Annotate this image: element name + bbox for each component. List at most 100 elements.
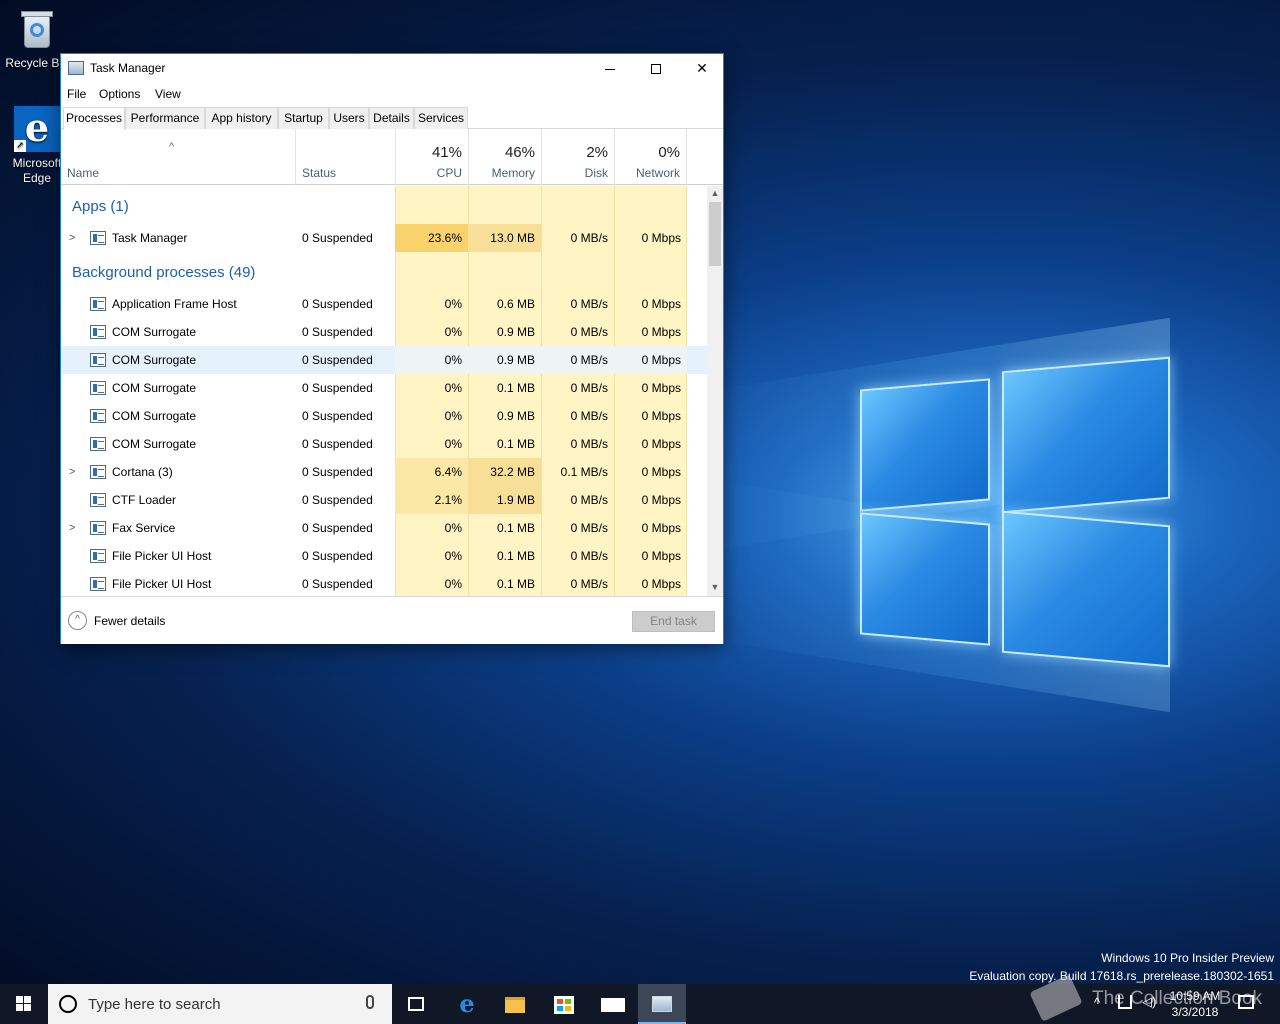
fewer-details-link[interactable]: Fewer details [94, 614, 165, 628]
minimize-icon [605, 68, 615, 70]
wallpaper-pane [860, 512, 990, 646]
process-network: 0 Mbps [641, 465, 681, 479]
process-status: 0 Suspended [302, 325, 373, 339]
tab-processes[interactable]: Processes [63, 107, 125, 130]
process-cpu: 0% [444, 297, 462, 311]
collapse-chevron-icon[interactable]: ^ [68, 611, 87, 630]
expand-chevron-icon[interactable]: > [69, 458, 75, 486]
footer: ^ Fewer details End task [61, 596, 723, 644]
mail-button[interactable] [589, 984, 637, 1024]
maximize-button[interactable] [633, 54, 679, 83]
table-row[interactable]: File Picker UI Host 0 Suspended 0% 0.1 MB 0 … [61, 542, 707, 570]
table-row[interactable]: COM Surrogate 0 Suspended 0% 0.9 MB 0 MB/s 0 … [61, 346, 707, 374]
process-network: 0 Mbps [641, 521, 681, 535]
tab-details[interactable]: Details [369, 107, 414, 129]
store-button[interactable] [540, 984, 588, 1024]
process-network: 0 Mbps [641, 549, 681, 563]
menu-view[interactable]: View [155, 87, 181, 101]
cortana-icon [59, 995, 77, 1013]
column-network[interactable]: 0% Network [614, 129, 687, 185]
process-network: 0 Mbps [641, 437, 681, 451]
process-cpu: 2.1% [395, 486, 468, 514]
process-memory: 0.9 MB [468, 346, 541, 374]
table-row[interactable]: > Task Manager 0 Suspended 23.6% 13.0 MB… [61, 224, 707, 252]
expand-chevron-icon[interactable]: > [69, 514, 75, 542]
process-icon [90, 325, 106, 339]
expand-chevron-icon[interactable]: > [69, 224, 75, 252]
process-network: 0 Mbps [641, 493, 681, 507]
column-disk[interactable]: 2% Disk [541, 129, 614, 185]
column-name-label: Name [67, 166, 100, 180]
table-row[interactable]: COM Surrogate 0 Suspended 0% 0.9 MB 0 MB/s 0 … [61, 402, 707, 430]
memory-total: 46% [504, 144, 535, 161]
column-name[interactable]: Name [61, 129, 295, 185]
column-memory[interactable]: 46% Memory [468, 129, 541, 185]
start-button[interactable] [0, 984, 48, 1024]
end-task-button[interactable]: End task [632, 611, 715, 632]
task-view-icon [408, 997, 424, 1011]
scroll-thumb[interactable] [709, 202, 721, 266]
vertical-scrollbar[interactable]: ▲ ▼ [707, 186, 723, 596]
edge-taskbar-button[interactable]: e [443, 984, 491, 1024]
table-row[interactable]: COM Surrogate 0 Suspended 0% 0.9 MB 0 MB/s 0 … [61, 318, 707, 346]
windows-logo-icon [16, 996, 32, 1012]
watermark-line2: Evaluation copy. Build 17618.rs_prerelea… [969, 969, 1274, 983]
network-label: Network [635, 166, 680, 180]
process-name: COM Surrogate [112, 409, 197, 423]
process-icon [90, 521, 106, 535]
column-cpu[interactable]: 41% CPU [395, 129, 468, 185]
minimize-button[interactable] [587, 54, 633, 83]
file-explorer-button[interactable] [491, 984, 539, 1024]
process-name: COM Surrogate [112, 353, 197, 367]
process-name: Application Frame Host [112, 297, 237, 311]
process-icon [90, 353, 106, 367]
clock-time: 10:59 AM [1169, 989, 1221, 1003]
table-row[interactable]: File Picker UI Host 0 Suspended 0% 0.1 MB 0 … [61, 570, 707, 596]
tab-users[interactable]: Users [329, 107, 369, 129]
close-button[interactable]: ✕ [679, 54, 725, 83]
search-box[interactable]: Type here to search [48, 984, 392, 1024]
table-row[interactable]: Application Frame Host 0 Suspended 0% 0.6 M… [61, 290, 707, 318]
microphone-icon[interactable] [366, 995, 374, 1009]
table-row[interactable]: CTF Loader 0 Suspended 2.1% 1.9 MB 0 MB/s 0 M… [61, 486, 707, 514]
process-name: Task Manager [112, 231, 188, 245]
disk-label: Disk [584, 166, 608, 180]
process-cpu: 23.6% [395, 224, 468, 252]
task-view-button[interactable] [392, 984, 440, 1024]
process-memory: 32.2 MB [468, 458, 541, 486]
table-row[interactable]: COM Surrogate 0 Suspended 0% 0.1 MB 0 MB/s 0 … [61, 374, 707, 402]
table-row[interactable]: > Cortana (3) 0 Suspended 6.4% 32.2 MB 0.1 MB… [61, 458, 707, 486]
table-row[interactable]: COM Surrogate 0 Suspended 0% 0.1 MB 0 MB/s 0 … [61, 430, 707, 458]
process-memory: 0.1 MB [496, 521, 535, 535]
show-hidden-icons[interactable]: ^ [1094, 995, 1100, 1010]
memory-label: Memory [491, 166, 535, 180]
menu-file[interactable]: File [67, 87, 86, 101]
process-status: 0 Suspended [302, 549, 373, 563]
process-icon [90, 549, 106, 563]
clock[interactable]: 10:59 AM 3/3/2018 [1166, 988, 1224, 1020]
action-center-icon[interactable] [1238, 995, 1254, 1009]
tab-performance[interactable]: Performance [125, 107, 205, 129]
process-disk: 0 MB/s [570, 297, 608, 311]
cpu-total: 41% [431, 144, 462, 161]
volume-icon[interactable]: ◁) [1142, 994, 1156, 1010]
task-manager-taskbar-button[interactable] [638, 984, 686, 1024]
task-manager-window: Task Manager ✕ File Options View Process… [60, 53, 724, 644]
column-status[interactable]: Status [295, 129, 395, 185]
scroll-up-icon[interactable]: ▲ [707, 186, 723, 200]
tab-app-history[interactable]: App history [205, 107, 278, 129]
tab-services[interactable]: Services [414, 107, 468, 129]
network-icon[interactable] [1118, 995, 1132, 1009]
tab-startup[interactable]: Startup [278, 107, 329, 129]
process-name: Cortana (3) [112, 465, 173, 479]
title-bar[interactable]: Task Manager ✕ [61, 54, 723, 83]
process-disk: 0 MB/s [570, 437, 608, 451]
process-memory: 0.1 MB [496, 549, 535, 563]
table-row[interactable]: > Fax Service 0 Suspended 0% 0.1 MB 0 MB/s 0 M… [61, 514, 707, 542]
scroll-down-icon[interactable]: ▼ [707, 580, 723, 594]
process-status: 0 Suspended [302, 465, 373, 479]
process-name: CTF Loader [112, 493, 177, 507]
process-name: COM Surrogate [112, 325, 197, 339]
menu-options[interactable]: Options [99, 87, 140, 101]
process-cpu: 0% [444, 381, 462, 395]
